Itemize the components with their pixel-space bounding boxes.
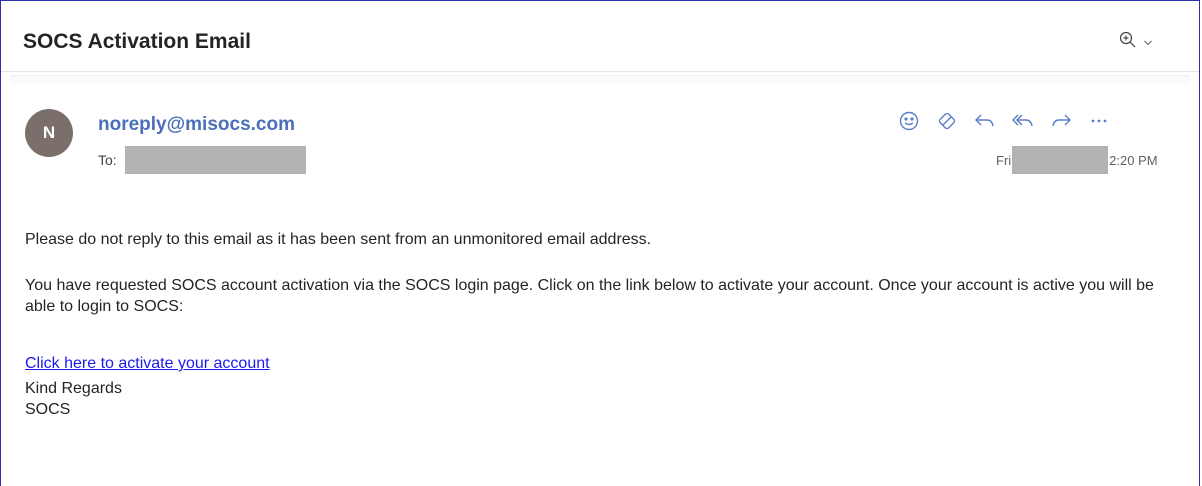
received-date: Fri 2:20 PM xyxy=(996,146,1158,174)
recipient-row: To: xyxy=(98,146,306,174)
sensitivity-icon[interactable] xyxy=(928,108,966,134)
date-day: Fri xyxy=(996,152,1012,168)
message-actions xyxy=(890,108,1118,134)
reply-all-icon[interactable] xyxy=(1004,108,1042,134)
header-divider xyxy=(10,75,1190,84)
activate-account-link[interactable]: Click here to activate your account xyxy=(25,355,270,372)
closing-text: Kind Regards xyxy=(25,380,122,397)
body-notice: Please do not reply to this email as it … xyxy=(25,231,652,248)
redacted-recipient xyxy=(124,146,306,174)
forward-icon[interactable] xyxy=(1042,108,1080,134)
avatar[interactable]: N xyxy=(25,109,73,157)
date-time: 2:20 PM xyxy=(1109,152,1158,168)
sender-email[interactable]: noreply@misocs.com xyxy=(98,114,295,136)
more-icon[interactable] xyxy=(1080,108,1118,134)
chevron-down-icon[interactable] xyxy=(1143,34,1153,52)
to-label: To: xyxy=(98,152,117,168)
signature-text: SOCS xyxy=(25,401,71,418)
body-instructions: You have requested SOCS account activati… xyxy=(25,277,1154,315)
reply-icon[interactable] xyxy=(966,108,1004,134)
redacted-date xyxy=(1012,146,1109,174)
email-subject: SOCS Activation Email xyxy=(23,30,251,53)
smiley-icon[interactable] xyxy=(890,108,928,134)
zoom-in-icon[interactable] xyxy=(1119,31,1137,54)
subject-bar: SOCS Activation Email xyxy=(1,1,1199,72)
zoom-control[interactable] xyxy=(1119,31,1153,54)
